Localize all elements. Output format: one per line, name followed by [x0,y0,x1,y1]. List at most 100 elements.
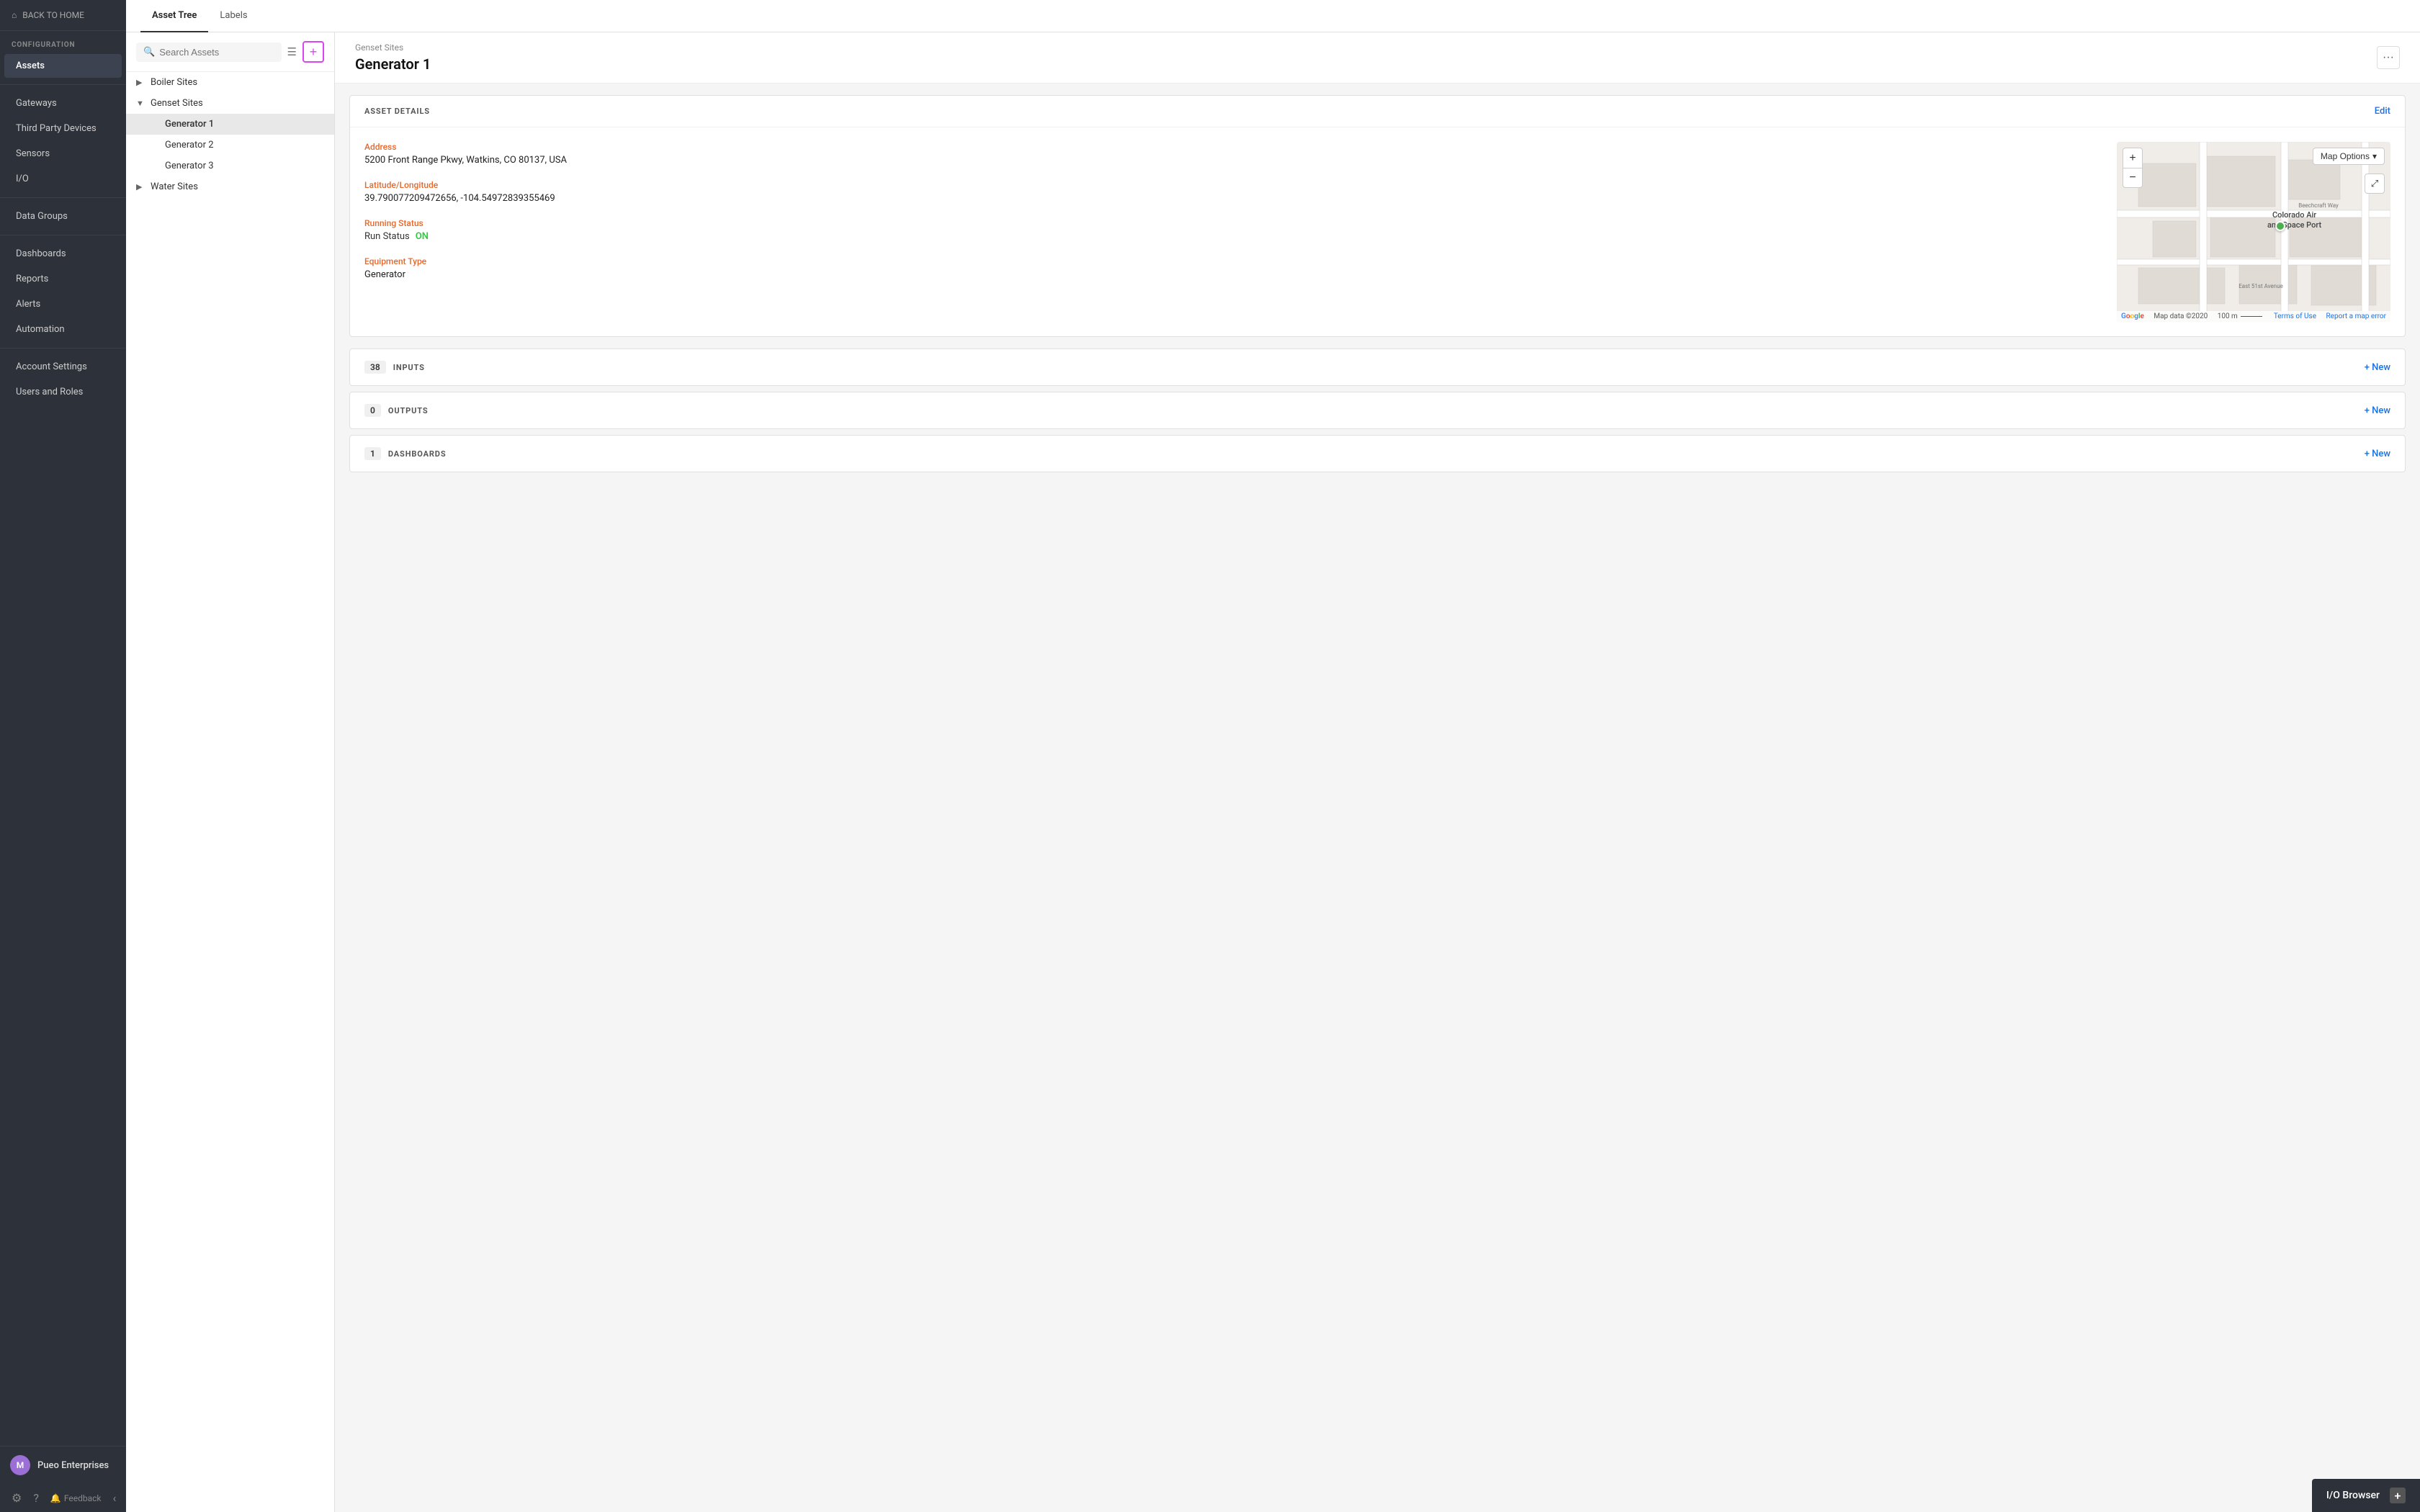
outputs-label: OUTPUTS [388,406,429,415]
map-zoom-out-button[interactable]: − [2123,168,2143,188]
dashboards-section-label: DASHBOARDS [388,449,447,459]
back-to-home-button[interactable]: ⌂ BACK TO HOME [0,0,126,31]
feedback-button[interactable]: 🔔 Feedback [50,1493,102,1503]
home-icon: ⌂ [12,10,17,20]
automation-label: Automation [16,324,65,335]
page-title: Generator 1 [355,55,431,73]
back-to-home-label: BACK TO HOME [22,10,84,20]
filter-icon[interactable]: ☰ [287,45,297,58]
tree-node-generator-2[interactable]: Generator 2 [126,135,334,156]
sidebar-item-account-settings[interactable]: Account Settings [4,355,122,379]
settings-icon[interactable]: ⚙ [12,1491,22,1505]
run-status-row: Run Status ON [364,231,2102,242]
sidebar-item-automation[interactable]: Automation [4,318,122,341]
alerts-label: Alerts [16,299,40,310]
third-party-devices-label: Third Party Devices [16,123,97,134]
main-area: Asset Tree Labels 🔍 ☰ + ▶ Boiler Sites [126,0,2420,1512]
account-settings-label: Account Settings [16,361,87,372]
asset-tree-panel: 🔍 ☰ + ▶ Boiler Sites ▼ Genset Sites Gene… [126,32,335,1512]
chevron-down-icon: ▾ [2372,151,2377,161]
help-icon[interactable]: ? [33,1491,39,1505]
dashboards-new-button[interactable]: + New [2365,449,2390,459]
map-footer: Google Map data ©2020 100 m Terms of Use… [2117,311,2390,322]
collapse-sidebar-button[interactable]: ‹ [113,1491,117,1505]
equipment-type-label: Equipment Type [364,256,2102,266]
sidebar-item-alerts[interactable]: Alerts [4,292,122,316]
add-asset-button[interactable]: + [302,41,324,63]
search-icon: 🔍 [143,47,155,58]
dashboards-count: 1 [364,447,381,460]
lat-lon-label: Latitude/Longitude [364,180,2102,190]
map-container: Beechcraft Way East 51st Avenue Colorado… [2117,142,2390,322]
map-google-logo: Google [2121,312,2144,320]
inputs-new-button[interactable]: + New [2365,362,2390,373]
asset-fields: Address 5200 Front Range Pkwy, Watkins, … [364,142,2102,322]
more-options-button[interactable]: ··· [2377,46,2400,69]
sidebar-item-gateways[interactable]: Gateways [4,91,122,115]
user-profile[interactable]: M Pueo Enterprises [0,1446,126,1484]
tree-node-generator-3[interactable]: Generator 3 [126,156,334,176]
map-fullscreen-button[interactable]: ⤢ [2365,174,2385,194]
search-wrapper: 🔍 [136,42,282,62]
map-terms-link[interactable]: Terms of Use [2274,312,2316,320]
tree-node-genset-sites[interactable]: ▼ Genset Sites [126,93,334,114]
feedback-icon: 🔔 [50,1493,61,1503]
search-input[interactable] [159,47,274,58]
address-value: 5200 Front Range Pkwy, Watkins, CO 80137… [364,155,2102,166]
map-options-button[interactable]: Map Options ▾ [2313,148,2385,165]
tab-asset-tree[interactable]: Asset Tree [140,0,208,32]
reports-label: Reports [16,274,48,284]
users-and-roles-label: Users and Roles [16,387,83,397]
asset-details-body: Address 5200 Front Range Pkwy, Watkins, … [350,127,2405,336]
sidebar-item-users-and-roles[interactable]: Users and Roles [4,380,122,404]
address-label: Address [364,142,2102,152]
breadcrumb: Genset Sites [355,42,431,53]
avatar: M [10,1455,30,1475]
io-browser-plus-button[interactable]: + [2390,1488,2406,1503]
content-area: 🔍 ☰ + ▶ Boiler Sites ▼ Genset Sites Gene… [126,32,2420,1512]
sidebar-item-reports[interactable]: Reports [4,267,122,291]
lat-lon-field: Latitude/Longitude 39.790077209472656, -… [364,180,2102,204]
sidebar-item-third-party-devices[interactable]: Third Party Devices [4,117,122,140]
map-zoom-in-button[interactable]: + [2123,148,2143,168]
chevron-right-icon: ▶ [136,78,146,87]
data-groups-label: Data Groups [16,211,68,222]
io-browser-label: I/O Browser [2326,1490,2380,1501]
map-report-link[interactable]: Report a map error [2326,312,2386,320]
sidebar-item-assets[interactable]: Assets [4,54,122,78]
map-copyright: Map data ©2020 [2154,312,2208,320]
address-field: Address 5200 Front Range Pkwy, Watkins, … [364,142,2102,166]
detail-panel: Genset Sites Generator 1 ··· ASSET DETAI… [335,32,2420,1512]
svg-text:East 51st Avenue: East 51st Avenue [2238,283,2283,289]
chevron-down-icon: ▼ [136,99,146,108]
svg-text:Beechcraft Way: Beechcraft Way [2298,202,2339,209]
map-zoom-controls: + − [2123,148,2143,188]
assets-label: Assets [16,60,45,71]
sidebar-item-dashboards[interactable]: Dashboards [4,242,122,266]
sidebar-item-data-groups[interactable]: Data Groups [4,204,122,228]
io-browser-bar[interactable]: I/O Browser + [2312,1479,2420,1512]
running-status-field: Running Status Run Status ON [364,218,2102,242]
tab-labels[interactable]: Labels [208,0,259,32]
run-status-key: Run Status [364,231,410,242]
inputs-label: INPUTS [393,363,425,372]
running-status-label: Running Status [364,218,2102,228]
dashboards-section: 1 DASHBOARDS + New [349,435,2406,472]
outputs-new-button[interactable]: + New [2365,405,2390,416]
sidebar-item-sensors[interactable]: Sensors [4,142,122,166]
asset-details-title: ASSET DETAILS [364,107,430,116]
tree-node-generator-1[interactable]: Generator 1 [126,114,334,135]
outputs-left: 0 OUTPUTS [364,404,429,417]
detail-header: Genset Sites Generator 1 ··· [335,32,2420,84]
tree-node-boiler-sites[interactable]: ▶ Boiler Sites [126,72,334,93]
edit-button[interactable]: Edit [2375,106,2390,117]
outputs-section: 0 OUTPUTS + New [349,392,2406,429]
equipment-type-value: Generator [364,269,2102,280]
inputs-left: 38 INPUTS [364,361,425,374]
map-inner: Beechcraft Way East 51st Avenue Colorado… [2117,142,2390,322]
tree-node-water-sites[interactable]: ▶ Water Sites [126,176,334,197]
inputs-count: 38 [364,361,386,374]
sidebar-item-io[interactable]: I/O [4,167,122,191]
asset-details-header: ASSET DETAILS Edit [350,96,2405,127]
dashboards-left: 1 DASHBOARDS [364,447,446,460]
